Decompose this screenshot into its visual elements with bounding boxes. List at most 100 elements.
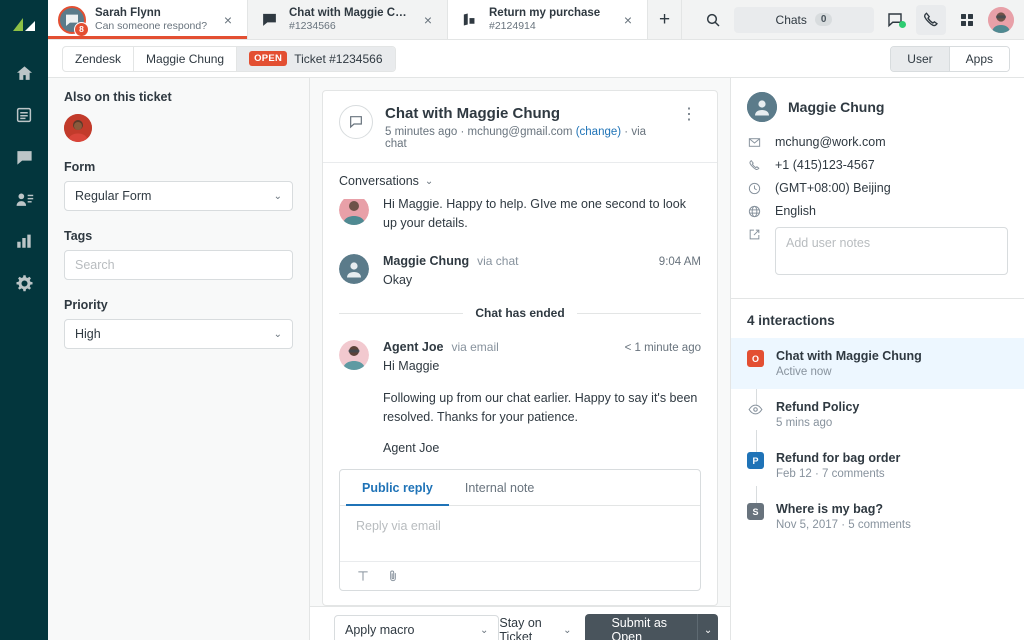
tags-search-input[interactable]: Search: [64, 250, 293, 280]
close-icon[interactable]: ×: [419, 11, 437, 29]
avatar[interactable]: [64, 114, 92, 142]
user-apps-toggle: User Apps: [890, 46, 1010, 72]
add-tab-button[interactable]: +: [648, 0, 682, 39]
avatar: [339, 340, 369, 370]
tab-avatar-wrap: 8: [58, 6, 86, 34]
message-channel: via email: [451, 340, 498, 354]
meta-sep-2: ·: [624, 126, 628, 138]
breadcrumb-zendesk[interactable]: Zendesk: [63, 47, 134, 71]
list-item[interactable]: Refund Policy 5 mins ago: [731, 389, 1024, 440]
tab-apps[interactable]: Apps: [950, 47, 1009, 71]
priority-select[interactable]: High ⌄: [64, 319, 293, 349]
breadcrumb-ticket[interactable]: OPEN Ticket #1234566: [237, 47, 394, 71]
tab-return-my-purchase[interactable]: Return my purchase #2124914 ×: [448, 0, 648, 39]
sidebar-item-views[interactable]: [2, 94, 46, 136]
user-language-row: English: [747, 204, 1008, 218]
tab-user[interactable]: User: [891, 47, 949, 71]
more-vertical-icon[interactable]: ⋮: [677, 105, 701, 125]
eye-icon: [747, 401, 764, 418]
reply-input[interactable]: Reply via email: [340, 506, 700, 561]
list-item[interactable]: O Chat with Maggie Chung Active now: [731, 338, 1024, 389]
chevron-down-icon: ⌄: [425, 176, 433, 187]
status-badge-pending: P: [747, 452, 764, 469]
sidebar-item-reporting[interactable]: [2, 220, 46, 262]
change-requester-link[interactable]: (change): [576, 126, 621, 138]
phone-icon[interactable]: [916, 5, 946, 35]
tab-sarah-flynn[interactable]: 8 Sarah Flynn Can someone respond? ×: [48, 0, 248, 39]
interaction-subtitle: Active now: [776, 366, 922, 378]
status-badge: OPEN: [249, 51, 287, 66]
list-item[interactable]: S Where is my bag? Nov 5, 2017 · 5 comme…: [731, 491, 1024, 542]
main-column: 8 Sarah Flynn Can someone respond? × Cha…: [48, 0, 1024, 640]
interaction-subtitle: Feb 12 · 7 comments: [776, 468, 900, 480]
edit-note-icon: [747, 227, 762, 241]
user-notes-input[interactable]: Add user notes: [775, 227, 1008, 275]
message-text: Okay: [383, 271, 701, 290]
user-header: Maggie Chung: [747, 92, 1008, 122]
conversation-header: Chat with Maggie Chung 5 minutes ago · m…: [323, 91, 717, 162]
form-select[interactable]: Regular Form ⌄: [64, 181, 293, 211]
avatar: [339, 199, 369, 225]
zendesk-agent-workspace: 8 Sarah Flynn Can someone respond? × Cha…: [0, 0, 1024, 640]
user-avatar[interactable]: [988, 7, 1014, 33]
chat-status-icon[interactable]: [880, 5, 910, 35]
chats-status-pill[interactable]: Chats 0: [734, 7, 874, 33]
sidebar-item-settings[interactable]: [2, 262, 46, 304]
tab-title: Return my purchase: [489, 7, 600, 20]
text-format-icon[interactable]: [356, 569, 370, 583]
user-timezone: (GMT+08:00) Beijing: [775, 181, 891, 195]
submit-as-open-button[interactable]: Submit as Open: [585, 614, 698, 640]
breadcrumb-maggie-chung[interactable]: Maggie Chung: [134, 47, 237, 71]
reply-composer: Public reply Internal note Reply via ema…: [339, 469, 701, 591]
sidebar-item-chat[interactable]: [2, 136, 46, 178]
chevron-down-icon: ⌄: [274, 191, 282, 202]
primary-nav-rail: [0, 0, 48, 640]
ticket-properties-panel: Also on this ticket Form Regular Form ⌄: [48, 78, 310, 640]
form-label: Form: [64, 160, 293, 174]
tab-chat-maggie-chung[interactable]: Chat with Maggie Chung #1234566 ×: [248, 0, 448, 39]
message-line-2: Following up from our chat earlier. Happ…: [383, 389, 701, 428]
interaction-text: Where is my bag? Nov 5, 2017 · 5 comment…: [776, 502, 911, 531]
conversations-dropdown[interactable]: Conversations ⌄: [339, 174, 433, 188]
divider-line-right: [577, 313, 701, 314]
chat-channel-icon: [339, 105, 373, 139]
message-item: Hi Maggie. Happy to help. GIve me one se…: [339, 199, 701, 244]
tab-internal-note[interactable]: Internal note: [449, 470, 551, 506]
message-header: Maggie Chung via chat 9:04 AM: [383, 254, 701, 268]
tab-public-reply[interactable]: Public reply: [346, 470, 449, 506]
apply-macro-select[interactable]: Apply macro ⌄: [334, 615, 499, 640]
breadcrumb-row: Zendesk Maggie Chung OPEN Ticket #123456…: [48, 40, 1024, 78]
interaction-title: Chat with Maggie Chung: [776, 349, 922, 363]
user-phone: +1 (415)123-4567: [775, 158, 875, 172]
user-language: English: [775, 204, 816, 218]
user-details: Maggie Chung mchung@work.com: [731, 78, 1024, 298]
submit-split-button: Submit as Open ⌄: [585, 614, 718, 640]
tab-text: Return my purchase #2124914: [489, 7, 600, 32]
sidebar-item-home[interactable]: [2, 52, 46, 94]
meta-sep: ·: [460, 126, 464, 138]
close-icon[interactable]: ×: [219, 11, 237, 29]
search-icon[interactable]: [698, 5, 728, 35]
paperclip-icon[interactable]: [386, 569, 400, 583]
grid-icon[interactable]: [952, 5, 982, 35]
close-icon[interactable]: ×: [619, 11, 637, 29]
conversation-heading: Chat with Maggie Chung 5 minutes ago · m…: [385, 105, 665, 150]
tab-subtitle: #1234566: [289, 20, 410, 32]
sidebar-item-customers[interactable]: [2, 178, 46, 220]
mail-icon: [747, 135, 762, 149]
message-author: Maggie Chung: [383, 254, 469, 268]
message-body: Agent Joe via email < 1 minute ago Hi Ma…: [383, 340, 701, 459]
interaction-title: Refund for bag order: [776, 451, 900, 465]
priority-group: Priority High ⌄: [64, 298, 293, 349]
zendesk-logo[interactable]: [9, 10, 39, 42]
avatar: [747, 92, 777, 122]
chats-count-badge: 0: [815, 13, 833, 26]
ticket-footer: Apply macro ⌄ Stay on Ticket ⌄ Submit as…: [310, 606, 730, 640]
list-item[interactable]: P Refund for bag order Feb 12 · 7 commen…: [731, 440, 1024, 491]
interaction-text: Refund for bag order Feb 12 · 7 comments: [776, 451, 900, 480]
conversation-column: Chat with Maggie Chung 5 minutes ago · m…: [310, 78, 730, 640]
stay-on-ticket-dropdown[interactable]: Stay on Ticket ⌄: [499, 616, 571, 640]
submit-options-chevron-down-icon[interactable]: ⌄: [698, 614, 718, 640]
conversation-card: Chat with Maggie Chung 5 minutes ago · m…: [322, 90, 718, 606]
avatar: [339, 254, 369, 284]
